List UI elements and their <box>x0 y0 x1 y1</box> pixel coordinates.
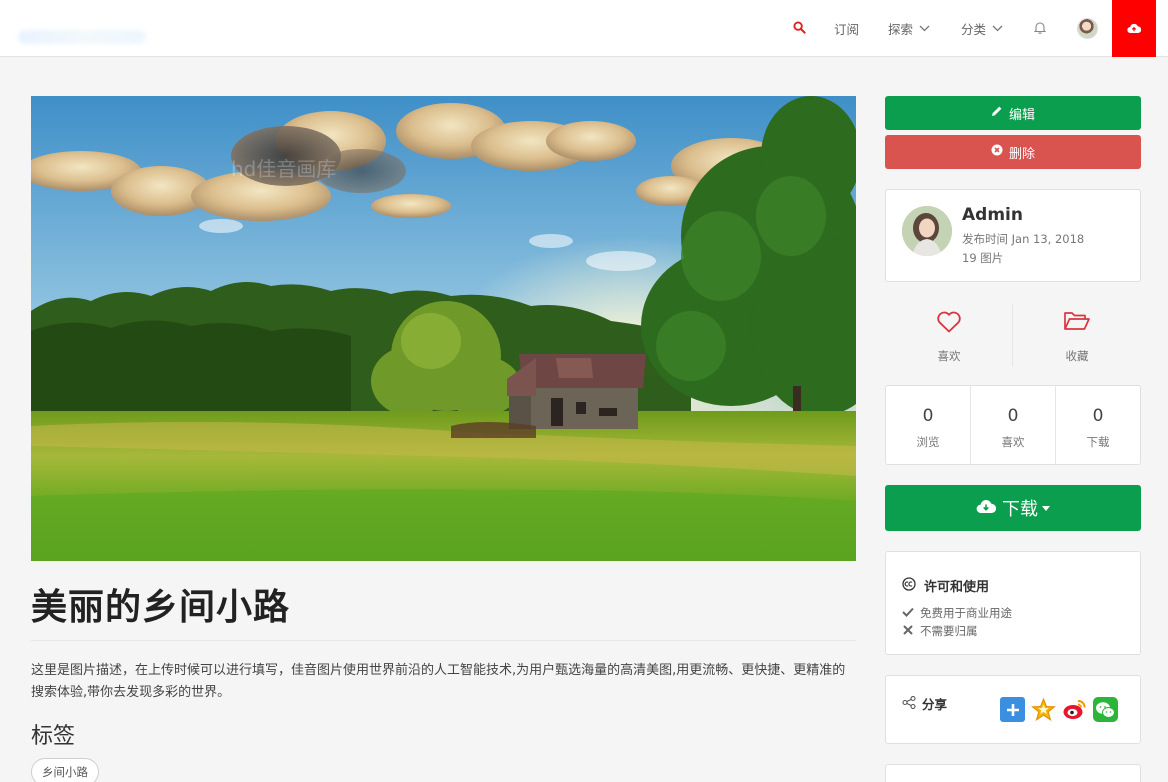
author-published-date: 发布时间 Jan 13, 2018 <box>962 232 1085 246</box>
stat-label: 喜欢 <box>1001 435 1025 449</box>
qzone-icon[interactable] <box>1000 697 1025 722</box>
stat-views: 0 浏览 <box>886 386 971 464</box>
share-icon <box>902 695 916 712</box>
site-logo[interactable] <box>14 10 146 52</box>
nav-explore-label: 探索 <box>888 22 914 37</box>
chevron-down-icon <box>992 25 1003 32</box>
svg-text:hd佳音画库: hd佳音画库 <box>231 157 336 181</box>
delete-button-label: 删除 <box>1008 146 1035 162</box>
download-button-label: 下载 <box>1002 499 1038 520</box>
author-photo-count: 19 图片 <box>962 251 1004 265</box>
bell-icon <box>1033 21 1047 37</box>
nav-subscribe-label: 订阅 <box>834 22 860 37</box>
nav-category-dropdown[interactable]: 分类 <box>961 0 1003 57</box>
upload-cloud-icon <box>1127 19 1142 38</box>
author-card: Admin 发布时间 Jan 13, 2018 19 图片 <box>885 189 1141 282</box>
nav-category-label: 分类 <box>961 22 987 37</box>
license-item-text: 不需要归属 <box>920 624 978 638</box>
license-title: 许可和使用 <box>902 576 989 595</box>
like-button[interactable]: 喜欢 <box>885 300 1013 370</box>
search-icon <box>792 20 806 37</box>
nav-search-button[interactable] <box>790 0 808 57</box>
share-card: 分享 <box>885 675 1141 744</box>
edit-button-label: 编辑 <box>1008 107 1035 123</box>
avatar[interactable] <box>902 206 952 256</box>
author-name[interactable]: Admin <box>962 205 1023 225</box>
favorite-button[interactable]: 收藏 <box>1013 300 1141 370</box>
nav-explore-dropdown[interactable]: 探索 <box>888 0 930 57</box>
wechat-icon[interactable] <box>1093 697 1118 722</box>
stat-value: 0 <box>1007 406 1019 426</box>
caret-down-icon <box>1042 505 1050 511</box>
avatar <box>1076 18 1098 39</box>
action-row: 喜欢 收藏 <box>885 300 1141 370</box>
upload-button[interactable] <box>1112 0 1156 57</box>
chevron-down-icon <box>919 25 930 32</box>
stat-downloads: 0 下载 <box>1056 386 1140 464</box>
license-item: 不需要归属 <box>902 623 978 639</box>
x-icon <box>902 624 914 638</box>
stat-value: 0 <box>922 406 934 426</box>
license-title-text: 许可和使用 <box>924 580 990 595</box>
stat-label: 下载 <box>1086 435 1110 449</box>
license-item: 免费用于商业用途 <box>902 605 1012 621</box>
heart-icon <box>885 310 1013 334</box>
tag-chip[interactable]: 乡间小路 <box>31 758 99 782</box>
edit-button[interactable]: 编辑 <box>885 96 1141 130</box>
stats-card: 0 浏览 0 喜欢 0 下载 <box>885 385 1141 465</box>
top-navbar: 订阅 探索 分类 <box>0 0 1168 57</box>
share-title-text: 分享 <box>922 697 948 712</box>
delete-button[interactable]: 删除 <box>885 135 1141 169</box>
creative-commons-icon <box>902 576 916 595</box>
tags-heading: 标签 <box>31 724 76 749</box>
download-button[interactable]: 下载 <box>885 485 1141 531</box>
download-cloud-icon <box>976 498 997 519</box>
folder-open-icon <box>1013 310 1141 332</box>
divider <box>31 640 856 641</box>
nav-subscribe[interactable]: 订阅 <box>834 0 859 57</box>
check-icon <box>902 606 914 620</box>
sidebar-card <box>885 764 1141 782</box>
nav-notifications-button[interactable] <box>1031 0 1049 57</box>
stat-label: 浏览 <box>916 435 940 449</box>
pencil-icon <box>991 105 1003 121</box>
like-label: 喜欢 <box>937 349 961 363</box>
stat-value: 0 <box>1092 406 1104 426</box>
favorite-label: 收藏 <box>1065 349 1089 363</box>
star-icon[interactable] <box>1031 697 1056 722</box>
weibo-icon[interactable] <box>1062 697 1087 722</box>
photo-image[interactable]: hd佳音画库 <box>31 96 856 561</box>
page-title: 美丽的乡间小路 <box>31 587 291 628</box>
license-item-text: 免费用于商业用途 <box>920 606 1012 620</box>
stat-likes: 0 喜欢 <box>971 386 1056 464</box>
photo-description: 这里是图片描述，在上传时候可以进行填写，佳音图片使用世界前沿的人工智能技术,为用… <box>31 663 846 700</box>
nav-user-avatar[interactable] <box>1076 0 1098 57</box>
share-title: 分享 <box>902 694 947 713</box>
times-circle-icon <box>991 144 1003 160</box>
license-card: 许可和使用 免费用于商业用途 不需要归属 <box>885 551 1141 655</box>
